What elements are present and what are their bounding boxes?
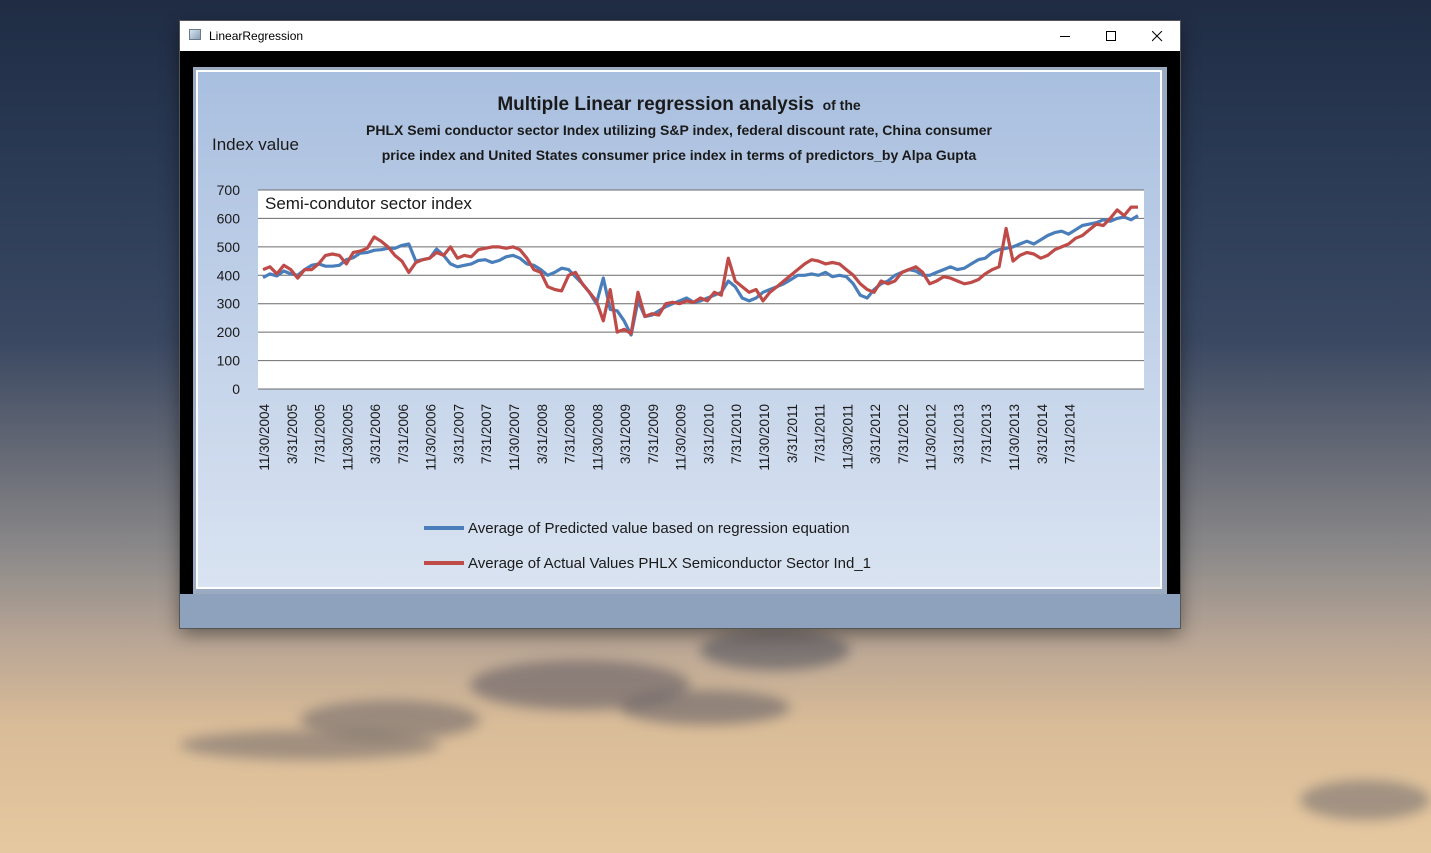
cloud — [180, 730, 440, 760]
y-axis-label: Index value — [212, 135, 299, 154]
maximize-button[interactable] — [1088, 21, 1134, 51]
y-tick-label: 0 — [232, 381, 240, 397]
content-border — [180, 51, 1180, 67]
x-tick-label: 7/31/2008 — [563, 404, 578, 464]
plot-area — [258, 190, 1144, 389]
x-tick-label: 11/30/2004 — [257, 404, 272, 471]
x-tick-labels: 11/30/2004 3/31/2005 7/31/2005 11/30/2005 3/… — [257, 404, 1078, 471]
y-tick-labels: 700 600 500 400 300 200 100 0 — [217, 182, 241, 397]
y-tick-label: 100 — [217, 353, 241, 369]
y-tick-label: 500 — [217, 239, 241, 255]
x-tick-label: 3/31/2014 — [1035, 404, 1050, 465]
x-tick-label: 7/31/2012 — [896, 404, 911, 464]
legend-label-actual: Average of Actual Values PHLX Semiconduc… — [468, 555, 871, 572]
chart-title-suffix: of the — [823, 97, 861, 113]
x-tick-label: 3/31/2011 — [785, 404, 800, 463]
content-border — [180, 51, 193, 594]
content-border — [1167, 51, 1180, 594]
x-tick-label: 7/31/2007 — [479, 404, 494, 464]
x-tick-label: 11/30/2008 — [590, 404, 605, 471]
cloud — [620, 690, 790, 725]
legend-label-predicted: Average of Predicted value based on regr… — [468, 520, 850, 537]
close-icon — [1151, 30, 1162, 41]
y-tick-label: 200 — [217, 324, 241, 340]
x-tick-label: 3/31/2010 — [701, 404, 716, 464]
title-bar[interactable]: LinearRegression — [180, 21, 1180, 51]
chart-subtitle-line1: PHLX Semi conductor sector Index utilizi… — [366, 122, 993, 138]
x-tick-label: 3/31/2012 — [868, 404, 883, 464]
x-tick-label: 3/31/2007 — [451, 404, 466, 464]
cloud — [1300, 780, 1430, 820]
x-tick-label: 11/30/2013 — [1007, 404, 1022, 471]
x-tick-label: 3/31/2008 — [535, 404, 550, 464]
x-tick-label: 11/30/2005 — [340, 404, 355, 471]
y-tick-label: 300 — [217, 296, 241, 312]
x-tick-label: 7/31/2010 — [729, 404, 744, 464]
content-footer — [180, 594, 1180, 628]
y-tick-label: 400 — [217, 267, 241, 283]
maximize-icon — [1105, 30, 1116, 41]
chart-title: Multiple Linear regression analysis — [497, 94, 814, 115]
legend: Average of Predicted value based on regr… — [424, 520, 871, 572]
x-tick-label: 3/31/2013 — [951, 404, 966, 464]
x-tick-label: 7/31/2011 — [813, 404, 828, 463]
x-tick-label: 11/30/2011 — [840, 404, 855, 470]
x-tick-label: 3/31/2006 — [368, 404, 383, 464]
x-tick-label: 11/30/2007 — [507, 404, 522, 471]
svg-text:Multiple Linear regression ana: Multiple Linear regression analysis of t… — [497, 94, 861, 115]
minimize-icon — [1059, 35, 1070, 37]
chart-subtitle-line2: price index and United States consumer p… — [382, 147, 977, 163]
x-tick-label: 11/30/2009 — [674, 404, 689, 471]
x-tick-label: 7/31/2006 — [396, 404, 411, 464]
y-tick-label: 700 — [217, 182, 241, 198]
x-tick-label: 7/31/2005 — [313, 404, 328, 464]
chart-svg: Multiple Linear regression analysis of t… — [212, 94, 1144, 572]
cloud — [700, 630, 850, 670]
x-tick-label: 3/31/2009 — [618, 404, 633, 464]
window-title: LinearRegression — [209, 29, 304, 43]
y-tick-label: 600 — [217, 210, 241, 226]
x-tick-label: 7/31/2013 — [979, 404, 994, 464]
chart-area: Multiple Linear regression analysis of t… — [196, 70, 1162, 589]
app-window: LinearRegression Multiple Linear regress… — [180, 21, 1180, 628]
close-button[interactable] — [1134, 21, 1180, 51]
x-tick-label: 11/30/2006 — [424, 404, 439, 471]
plot-label: Semi-condutor sector index — [265, 194, 472, 213]
app-icon — [189, 29, 201, 40]
x-tick-label: 3/31/2005 — [285, 404, 300, 464]
x-tick-label: 11/30/2012 — [924, 404, 939, 471]
x-tick-label: 11/30/2010 — [757, 404, 772, 471]
chart-image: Multiple Linear regression analysis of t… — [193, 67, 1167, 594]
x-tick-label: 7/31/2014 — [1063, 404, 1078, 465]
minimize-button[interactable] — [1042, 21, 1088, 51]
x-tick-label: 7/31/2009 — [646, 404, 661, 464]
